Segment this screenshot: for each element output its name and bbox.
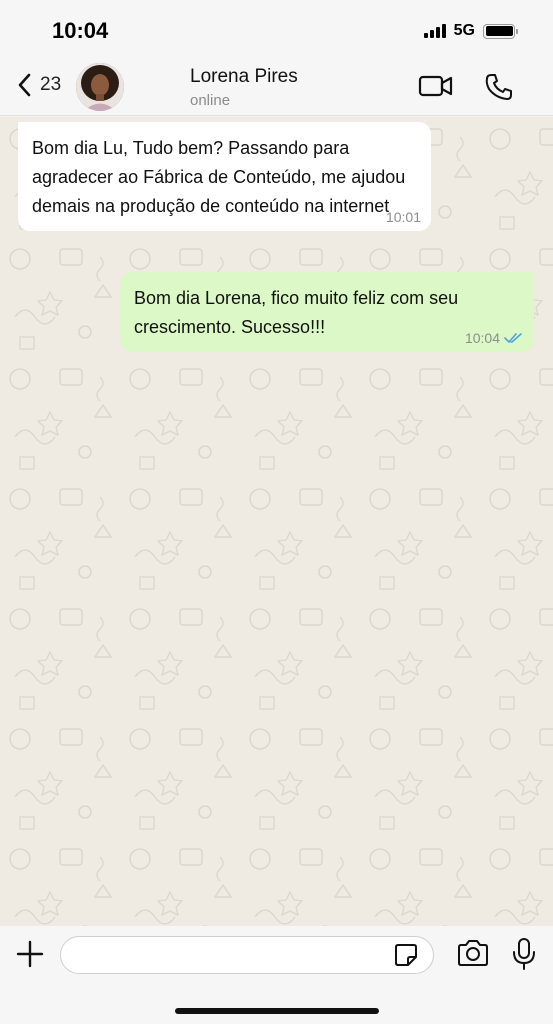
chevron-left-icon <box>18 73 31 97</box>
unread-count: 23 <box>40 74 62 95</box>
chat-header: 23 Lorena Pires online <box>0 58 553 116</box>
status-time: 10:04 <box>52 18 109 43</box>
voice-call-button[interactable] <box>484 72 514 107</box>
microphone-icon <box>513 938 535 970</box>
double-check-icon <box>504 333 522 343</box>
message-text: Bom dia Lorena, fico muito feliz com seu… <box>134 288 459 337</box>
video-call-icon <box>418 75 453 97</box>
chat-wallpaper <box>0 117 553 926</box>
sticker-button[interactable] <box>393 942 419 973</box>
microphone-button[interactable] <box>510 936 538 977</box>
plus-icon <box>16 940 44 968</box>
status-indicators: 5G <box>423 22 518 40</box>
contact-name: Lorena Pires <box>190 66 298 87</box>
message-outgoing[interactable]: Bom dia Lorena, fico muito feliz com seu… <box>120 272 534 352</box>
status-bar: 10:04 5G <box>0 0 553 58</box>
message-incoming[interactable]: Bom dia Lu, Tudo bem? Passando para agra… <box>18 122 431 231</box>
chat-area[interactable]: Bom dia Lu, Tudo bem? Passando para agra… <box>0 117 553 926</box>
network-type: 5G <box>453 22 475 39</box>
message-input[interactable] <box>60 936 434 974</box>
contact-info[interactable]: Lorena Pires online <box>190 66 298 109</box>
sticker-icon <box>395 944 417 966</box>
attach-button[interactable] <box>14 938 46 975</box>
signal-icon <box>423 24 446 38</box>
message-timestamp: 10:04 <box>464 330 500 346</box>
message-time: 10:01 <box>386 209 421 225</box>
message-time: 10:04 <box>465 330 524 346</box>
home-indicator <box>175 1008 379 1014</box>
camera-icon <box>458 940 488 966</box>
avatar[interactable] <box>76 63 124 111</box>
message-composer <box>0 926 553 1024</box>
video-call-button[interactable] <box>418 72 454 105</box>
camera-button[interactable] <box>456 938 490 973</box>
back-button[interactable]: 23 <box>14 72 61 98</box>
battery-icon <box>483 23 518 39</box>
message-text: Bom dia Lu, Tudo bem? Passando para agra… <box>32 138 406 216</box>
message-timestamp: 10:01 <box>385 209 421 225</box>
contact-status: online <box>190 92 231 109</box>
phone-icon <box>485 74 512 100</box>
